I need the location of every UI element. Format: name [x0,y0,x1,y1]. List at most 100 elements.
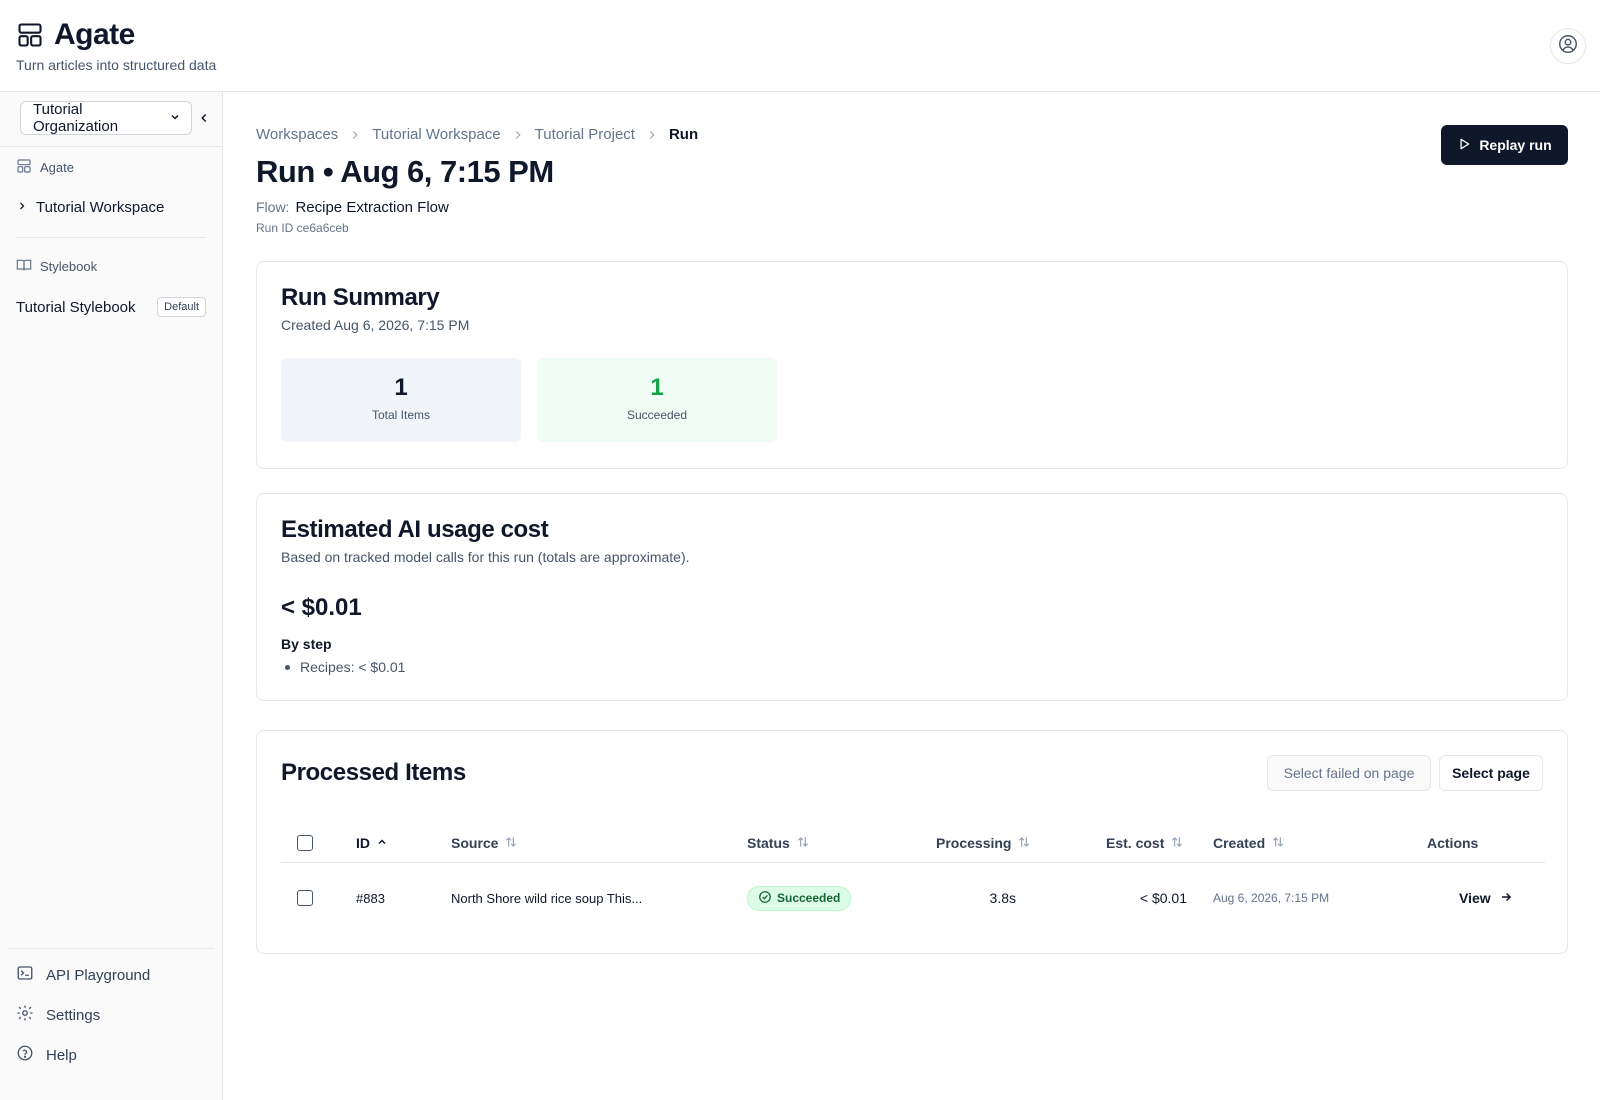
sort-icon [1017,835,1031,852]
cost-subtitle: Based on tracked model calls for this ru… [281,549,690,565]
flow-label: Flow: [256,199,290,215]
chevron-right-icon [511,128,525,142]
column-header-actions: Actions [1427,823,1478,863]
stat-label: Total Items [371,408,431,422]
sidebar-item-label: Help [46,1046,77,1064]
sidebar-item-label: Tutorial Workspace [36,199,165,216]
replay-run-button[interactable]: Replay run [1441,125,1568,165]
processed-items-card: Processed Items Select failed on page Se… [256,730,1568,954]
stat-value: 1 [650,374,664,401]
sort-icon [796,835,810,852]
sidebar-divider [0,146,222,147]
row-processing: 3.8s [989,890,1016,906]
gear-icon [16,1004,34,1026]
stat-succeeded: 1 Succeeded [537,358,777,442]
column-label: Source [451,835,499,851]
column-label: Processing [936,835,1012,851]
default-badge: Default [157,297,206,317]
brand[interactable]: Agate [16,18,135,52]
column-header-processing[interactable]: Processing [936,823,1031,863]
sidebar-item-label: Settings [46,1006,101,1024]
column-header-cost[interactable]: Est. cost [1106,823,1184,863]
app-tagline: Turn articles into structured data [16,57,217,73]
flow-name: Recipe Extraction Flow [295,199,449,216]
table-row[interactable]: #883 North Shore wild rice soup This... … [281,864,1545,932]
cost-total: < $0.01 [281,594,362,621]
column-header-status[interactable]: Status [747,823,810,863]
column-label: Created [1213,835,1266,851]
help-circle-icon [16,1044,34,1066]
column-label: Status [747,835,790,851]
column-header-source[interactable]: Source [451,823,518,863]
select-all-checkbox-cell [297,823,313,863]
sidebar-item-api-playground[interactable]: API Playground [16,964,150,986]
row-checkbox-cell [297,864,313,932]
sidebar-section-agate: Agate [16,158,74,177]
run-summary-card: Run Summary Created Aug 6, 2026, 7:15 PM… [256,261,1568,469]
sidebar-item-settings[interactable]: Settings [16,1004,100,1026]
sidebar-item-help[interactable]: Help [16,1044,77,1066]
chevron-right-icon [645,128,659,142]
sidebar-item-label: Tutorial Stylebook [16,299,136,316]
breadcrumb-link-workspace[interactable]: Tutorial Workspace [372,126,500,143]
sidebar-divider [16,237,206,238]
org-switcher: Tutorial Organization [20,101,212,135]
sidebar-section-label: Stylebook [40,259,98,274]
stat-total-items: 1 Total Items [281,358,521,442]
layout-icon [16,21,44,49]
check-circle-icon [758,890,772,907]
run-summary-title: Run Summary [281,284,440,311]
cost-step-item: Recipes: < $0.01 [285,659,405,675]
sidebar-item-label: API Playground [46,966,151,984]
row-status-cell: Succeeded [747,864,852,932]
cost-step-text: Recipes: < $0.01 [300,659,406,675]
user-circle-icon [1557,33,1579,60]
sort-icon [504,835,518,852]
breadcrumb-current: Run [668,126,699,143]
sidebar-item-workspace[interactable]: Tutorial Workspace [16,199,164,216]
row-created: Aug 6, 2026, 7:15 PM [1213,891,1330,905]
sort-icon [1170,835,1184,852]
run-id: Run ID ce6a6ceb [256,221,349,235]
breadcrumb: Workspaces Tutorial Workspace Tutorial P… [256,126,698,143]
main-content: Workspaces Tutorial Workspace Tutorial P… [224,92,1600,1100]
terminal-icon [16,964,34,986]
column-label: Est. cost [1106,835,1165,851]
chevron-left-icon [201,113,207,123]
row-source: North Shore wild rice soup This... [451,890,643,906]
sidebar-item-stylebook[interactable]: Tutorial Stylebook [16,299,136,316]
sidebar-section-label: Agate [40,160,74,175]
arrow-right-icon [1499,890,1513,907]
column-label: Actions [1427,835,1479,851]
select-page-button[interactable]: Select page [1439,755,1543,791]
processed-items-title: Processed Items [281,759,466,786]
breadcrumb-link-workspaces[interactable]: Workspaces [256,126,338,143]
stat-value: 1 [394,374,408,401]
column-header-created[interactable]: Created [1213,823,1285,863]
page-title: Run • Aug 6, 7:15 PM [256,154,554,189]
view-label: View [1459,890,1491,906]
user-menu-button[interactable] [1550,28,1586,64]
cost-card: Estimated AI usage cost Based on tracked… [256,493,1568,701]
stat-label: Succeeded [626,408,688,422]
chevron-right-icon[interactable] [16,199,28,216]
cost-title: Estimated AI usage cost [281,516,549,543]
chevron-up-icon [376,835,388,851]
sort-icon [1271,835,1285,852]
flow-info: Flow: Recipe Extraction Flow [256,199,449,216]
column-header-id[interactable]: ID [356,823,388,863]
by-step-label: By step [281,636,332,652]
table-header: ID Source Status Processing Est. cost Cr… [281,823,1545,863]
play-icon [1457,137,1471,154]
collapse-sidebar-button[interactable] [196,110,212,126]
select-all-checkbox[interactable] [297,835,313,851]
row-checkbox[interactable] [297,890,313,906]
row-cost: < $0.01 [1139,890,1187,906]
status-text: Succeeded [777,891,841,905]
chevron-down-icon [169,110,181,127]
row-view-button[interactable]: View [1459,864,1513,932]
breadcrumb-link-project[interactable]: Tutorial Project [535,126,635,143]
organization-select[interactable]: Tutorial Organization [20,101,192,135]
sidebar: Tutorial Organization Agate Tutorial Wor… [0,92,223,1100]
select-failed-button[interactable]: Select failed on page [1267,755,1431,791]
